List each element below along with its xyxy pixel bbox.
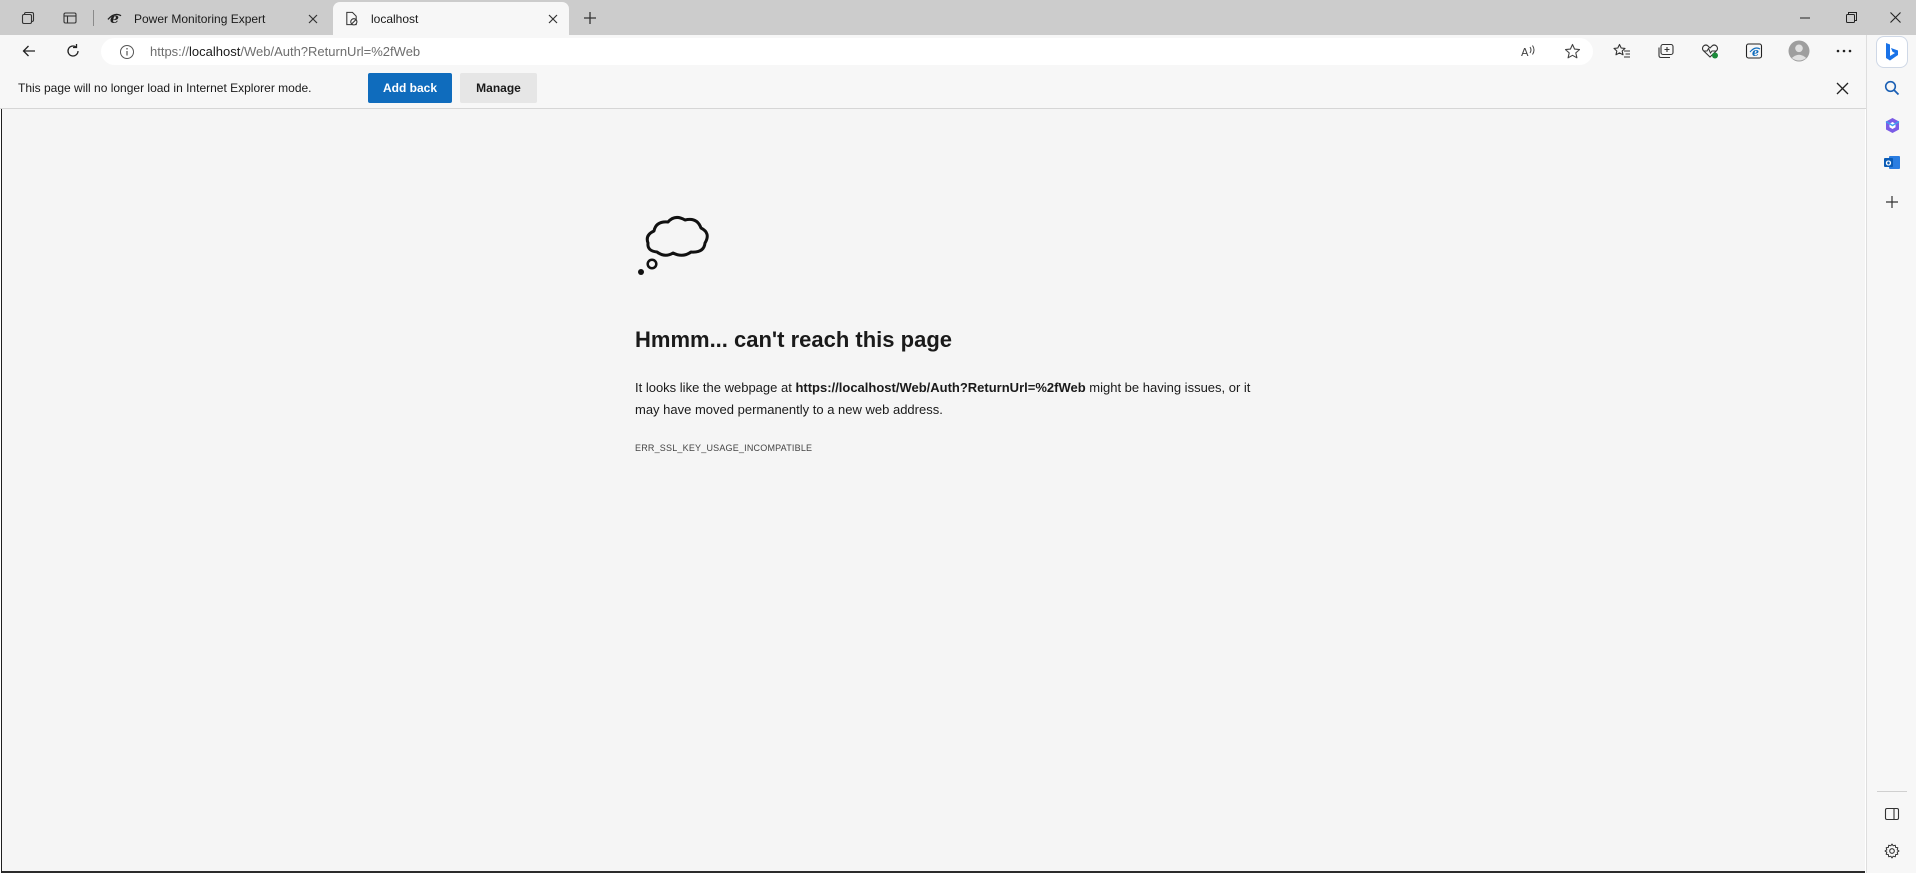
sidebar-search-button[interactable] [1876, 73, 1908, 103]
ie-mode-button[interactable]: e [1738, 37, 1770, 65]
search-icon [1884, 80, 1900, 96]
thought-cloud-icon [638, 215, 709, 275]
tab-title: Power Monitoring Expert [134, 11, 266, 26]
refresh-button[interactable] [57, 37, 89, 65]
ie-mode-icon: e [1745, 43, 1763, 59]
browser-essentials-icon [1701, 44, 1719, 59]
error-url: https://localhost/Web/Auth?ReturnUrl=%2f… [795, 380, 1086, 395]
add-back-button[interactable]: Add back [368, 73, 452, 103]
error-text-before: It looks like the webpage at [635, 380, 796, 395]
url-scheme: https:// [150, 44, 190, 59]
plus-icon [584, 11, 596, 24]
error-page: Hmmm... can't reach this page It looks l… [1, 109, 1865, 873]
sidebar-outlook-button[interactable]: O [1876, 147, 1908, 177]
collections-button[interactable] [1650, 37, 1682, 65]
more-icon [1836, 49, 1852, 53]
add-favorite-button[interactable] [1557, 38, 1587, 65]
sidebar-add-button[interactable] [1876, 187, 1908, 217]
collections-icon [1658, 43, 1674, 59]
hide-sidebar-button[interactable] [1876, 799, 1908, 829]
error-description: It looks like the webpage at https://loc… [635, 377, 1255, 421]
error-code: ERR_SSL_KEY_USAGE_INCOMPATIBLE [635, 443, 813, 453]
url-host: localhost [189, 44, 241, 59]
page-error-icon [343, 11, 359, 27]
browser-essentials-button[interactable] [1694, 37, 1726, 65]
favorite-star-icon [1564, 43, 1580, 59]
bing-button[interactable] [1876, 36, 1908, 68]
navigation-toolbar: https://localhost/Web/Auth?ReturnUrl=%2f… [0, 35, 1916, 68]
add-icon [1886, 196, 1898, 208]
office-icon [1885, 117, 1899, 133]
info-icon[interactable] [118, 43, 136, 61]
favorites-icon [1613, 43, 1630, 58]
tab-localhost[interactable]: localhost [333, 2, 569, 35]
infobar-message: This page will no longer load in Interne… [18, 81, 312, 95]
sidebar-divider [1877, 791, 1907, 792]
read-aloud-button[interactable]: A [1514, 38, 1544, 65]
close-icon[interactable] [541, 7, 565, 31]
restore-button[interactable] [1828, 0, 1874, 35]
tab-actions-icon[interactable] [54, 4, 86, 31]
bing-icon [1886, 43, 1898, 61]
edge-sidebar: O [1866, 35, 1916, 873]
back-icon [22, 45, 35, 57]
tab-power-monitoring-expert[interactable]: e Power Monitoring Expert [96, 2, 329, 35]
error-title: Hmmm... can't reach this page [635, 327, 952, 352]
svg-text:O: O [1886, 159, 1892, 167]
manage-button[interactable]: Manage [460, 73, 537, 103]
tab-strip: e Power Monitoring Expert localhost [0, 0, 1916, 35]
ie-mode-infobar: This page will no longer load in Interne… [0, 68, 1866, 109]
sidebar-settings-button[interactable] [1876, 836, 1908, 866]
profile-avatar-icon [1788, 40, 1810, 62]
settings-icon [1884, 843, 1900, 859]
svg-text:A: A [1521, 46, 1529, 59]
close-icon[interactable] [1830, 76, 1854, 100]
address-bar[interactable]: https://localhost/Web/Auth?ReturnUrl=%2f… [101, 38, 1593, 65]
ie-icon: e [106, 11, 122, 27]
more-button[interactable] [1828, 37, 1860, 65]
favorites-button[interactable] [1606, 37, 1638, 65]
tab-title: localhost [371, 11, 419, 26]
url-path: /Web/Auth?ReturnUrl=%2fWeb [240, 44, 421, 59]
svg-text:e: e [110, 11, 119, 26]
url-text[interactable]: https://localhost/Web/Auth?ReturnUrl=%2f… [150, 44, 420, 59]
minimize-button[interactable] [1782, 0, 1828, 35]
workspaces-icon[interactable] [12, 4, 44, 31]
profile-button[interactable] [1783, 37, 1815, 65]
back-button[interactable] [13, 37, 45, 65]
tab-separator [93, 10, 94, 26]
read-aloud-icon: A [1521, 44, 1535, 59]
refresh-icon [67, 44, 79, 57]
close-window-button[interactable] [1872, 0, 1916, 35]
hide-sidebar-icon [1884, 807, 1900, 821]
sidebar-office-button[interactable] [1876, 110, 1908, 140]
close-icon[interactable] [301, 7, 325, 31]
outlook-icon: O [1884, 155, 1900, 169]
new-tab-button[interactable] [576, 4, 604, 31]
